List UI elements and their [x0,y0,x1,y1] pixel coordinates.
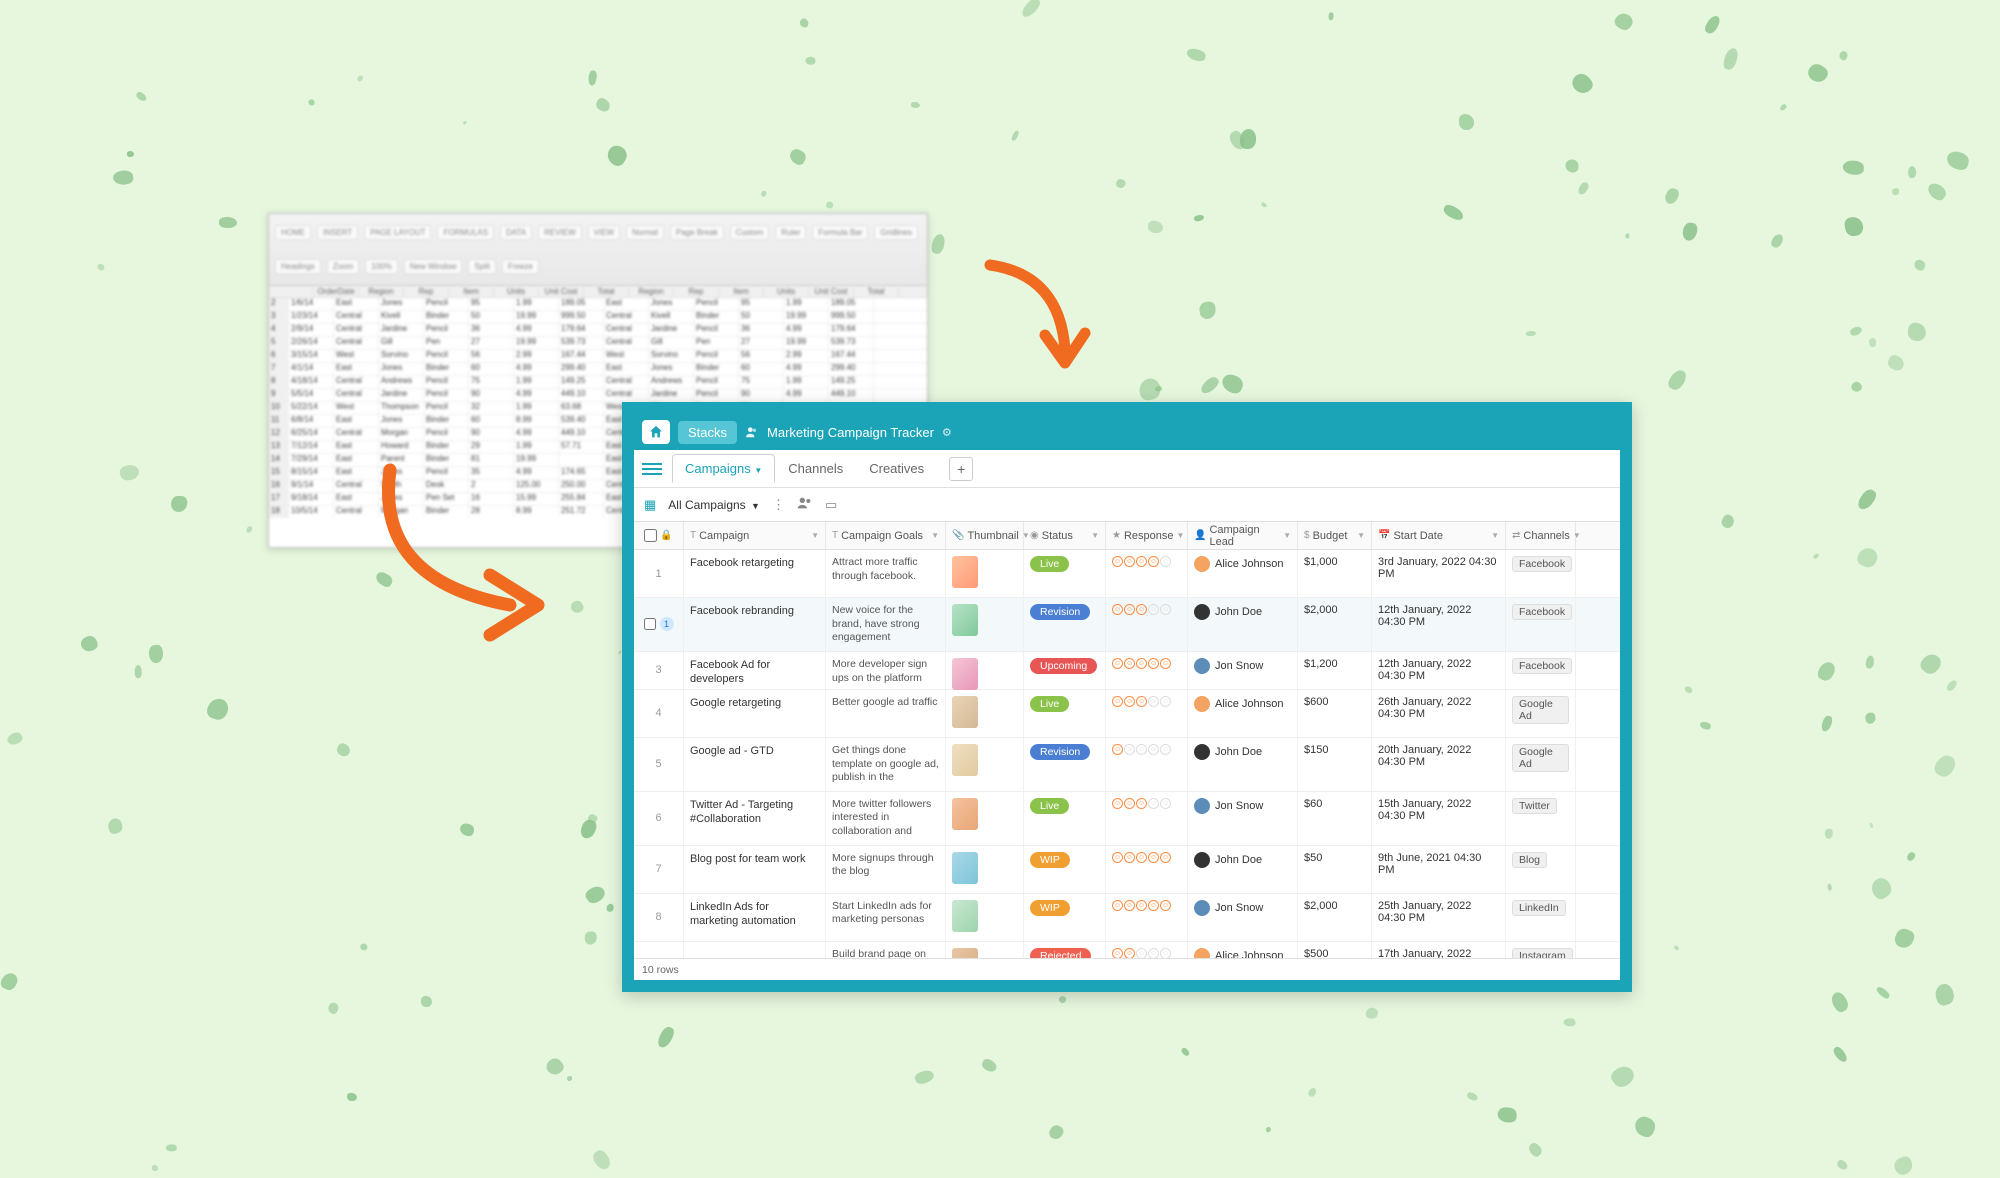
stackby-window: Stacks Marketing Campaign Tracker ⚙ Camp… [622,402,1632,992]
col-start[interactable]: 📅Start Date▼ [1372,522,1506,549]
view-selector[interactable]: All Campaigns ▼ [668,498,760,512]
col-budget[interactable]: $Budget▼ [1298,522,1372,549]
more-icon[interactable]: ⋮ [772,497,785,513]
workspace-icon [745,425,759,439]
grid-header: 🔒 TCampaign▼ TCampaign Goals▼ 📎Thumbnail… [634,522,1620,550]
col-campaign[interactable]: TCampaign▼ [684,522,826,549]
tabbar: Campaigns ▼ChannelsCreatives + [634,450,1620,488]
topbar: Stacks Marketing Campaign Tracker ⚙ [634,414,1620,450]
excel-column-headers: OrderDateRegionRepItemUnitsUnit CostTota… [269,286,927,298]
col-thumbnail[interactable]: 📎Thumbnail▼ [946,522,1024,549]
tab-campaigns[interactable]: Campaigns ▼ [672,454,775,483]
hamburger-icon[interactable] [642,459,662,479]
home-icon [648,424,664,440]
table-row[interactable]: 1Facebook retargetingAttract more traffi… [634,550,1620,598]
home-button[interactable] [642,420,670,444]
arrow-icon [970,255,1100,395]
stacks-button[interactable]: Stacks [678,421,737,444]
col-status[interactable]: ◉Status▼ [1024,522,1106,549]
tab-creatives[interactable]: Creatives [856,454,937,483]
table-row[interactable]: 1Facebook rebrandingNew voice for the br… [634,598,1620,652]
viewbar: ▦ All Campaigns ▼ ⋮ ▭ [634,488,1620,522]
table-row[interactable]: 5Google ad - GTDGet things done template… [634,738,1620,792]
card-icon[interactable]: ▭ [825,497,837,513]
col-response[interactable]: ★Response▼ [1106,522,1188,549]
col-lead[interactable]: 👤Campaign Lead▼ [1188,522,1298,549]
col-goals[interactable]: TCampaign Goals▼ [826,522,946,549]
arrow-icon [370,460,580,670]
footer: 10 rows [634,958,1620,980]
col-checkbox[interactable]: 🔒 [634,522,684,549]
table-row[interactable]: 7Blog post for team workMore signups thr… [634,846,1620,894]
grid-body: 1Facebook retargetingAttract more traffi… [634,550,1620,958]
page-title: Marketing Campaign Tracker [767,425,934,440]
table-row[interactable]: 4Google retargetingBetter google ad traf… [634,690,1620,738]
col-channels[interactable]: ⇄Channels▼ [1506,522,1576,549]
row-count: 10 rows [642,964,679,976]
add-tab-button[interactable]: + [949,457,973,481]
table-row[interactable]: 6Twitter Ad - Targeting #CollaborationMo… [634,792,1620,846]
table-row[interactable]: 3Facebook Ad for developersMore develope… [634,652,1620,690]
excel-ribbon: HOMEINSERTPAGE LAYOUTFORMULASDATAREVIEWV… [269,214,927,286]
collaborators-icon[interactable] [797,497,813,512]
gear-icon[interactable]: ⚙ [942,426,952,439]
grid-icon: ▦ [644,497,656,513]
table-row[interactable]: Build brand page on Instagram and DMReje… [634,942,1620,958]
tab-channels[interactable]: Channels [775,454,856,483]
table-row[interactable]: 8LinkedIn Ads for marketing automationSt… [634,894,1620,942]
